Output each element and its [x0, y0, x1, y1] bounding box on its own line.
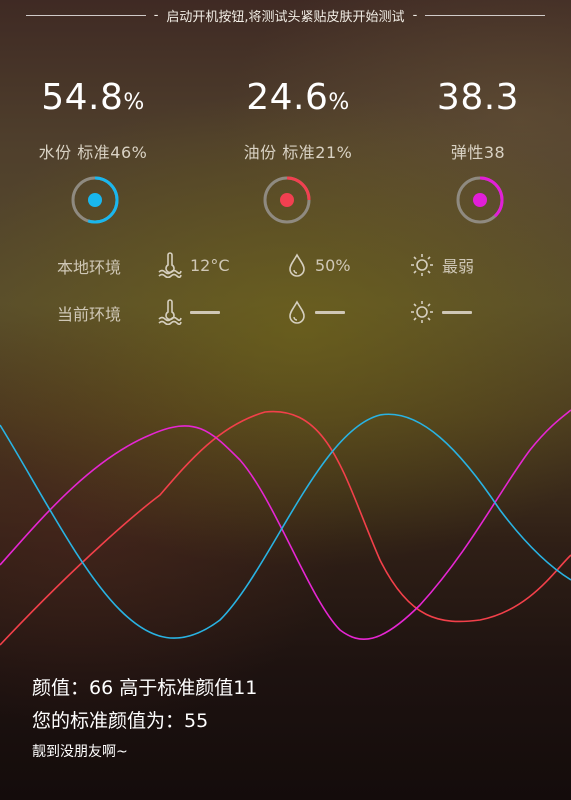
local-light-value: 最弱 [442, 257, 475, 276]
moisture-label: 水份 标准46% [38, 143, 148, 162]
droplet-icon [289, 300, 305, 324]
elasticity-metric: 38.3 弹性38 [388, 72, 568, 163]
moisture-metric: 54.8% 水份 标准46% [3, 72, 183, 163]
elasticity-label: 弹性38 [450, 143, 506, 162]
elasticity-value: 38.3 [436, 77, 520, 118]
banner-divider-right [425, 14, 546, 16]
oil-unit: % [328, 90, 350, 115]
compliment-text: 靓到没朋友啊~ [32, 744, 128, 760]
current-light-empty-dash [442, 310, 472, 314]
oil-label: 油份 标准21% [243, 143, 353, 162]
magenta-wave [0, 409, 571, 641]
droplet-icon [289, 253, 305, 277]
sun-icon [411, 301, 433, 323]
standard-score-text: 您的标准颜值为：55 [32, 710, 209, 732]
current-humidity-empty-dash [315, 310, 345, 314]
wave-animation [0, 409, 571, 646]
local-environment-row: 本地环境 12°C 50% 最弱 [0, 250, 571, 280]
local-temperature-value: 12°C [190, 255, 230, 275]
sun-icon [411, 254, 433, 276]
local-humidity-value: 50% [315, 255, 351, 275]
thermometer-water-icon [158, 299, 182, 325]
current-environment-label: 当前环境 [57, 305, 122, 324]
local-light: 最弱 [410, 250, 474, 280]
current-humidity [287, 297, 345, 327]
current-temperature [158, 297, 220, 327]
red-wave [0, 410, 571, 646]
moisture-unit: % [123, 90, 145, 115]
moisture-ring-gauge [71, 176, 119, 224]
local-environment-label: 本地环境 [57, 258, 122, 277]
oil-metric: 24.6% 油份 标准21% [208, 72, 388, 163]
current-environment-row: 当前环境 [0, 297, 571, 327]
banner-divider-left [25, 14, 146, 16]
local-temperature: 12°C [158, 250, 230, 280]
instruction-text: 启动开机按钮,将测试头紧贴皮肤开始测试 [166, 9, 405, 25]
oil-ring-gauge [263, 176, 311, 224]
banner-dash-left: - [153, 7, 159, 23]
thermometer-water-icon [158, 252, 182, 278]
cyan-wave [0, 413, 571, 639]
score-text: 颜值：66 高于标准颜值11 [32, 677, 258, 699]
oil-value: 24.6% [246, 77, 350, 118]
instruction-banner: - 启动开机按钮,将测试头紧贴皮肤开始测试 - [0, 4, 571, 26]
local-humidity: 50% [287, 250, 351, 280]
current-temperature-empty-dash [190, 310, 220, 314]
elasticity-ring-gauge [456, 176, 504, 224]
moisture-value: 54.8% [41, 77, 145, 118]
current-light [410, 297, 472, 327]
banner-dash-right: - [412, 7, 418, 23]
